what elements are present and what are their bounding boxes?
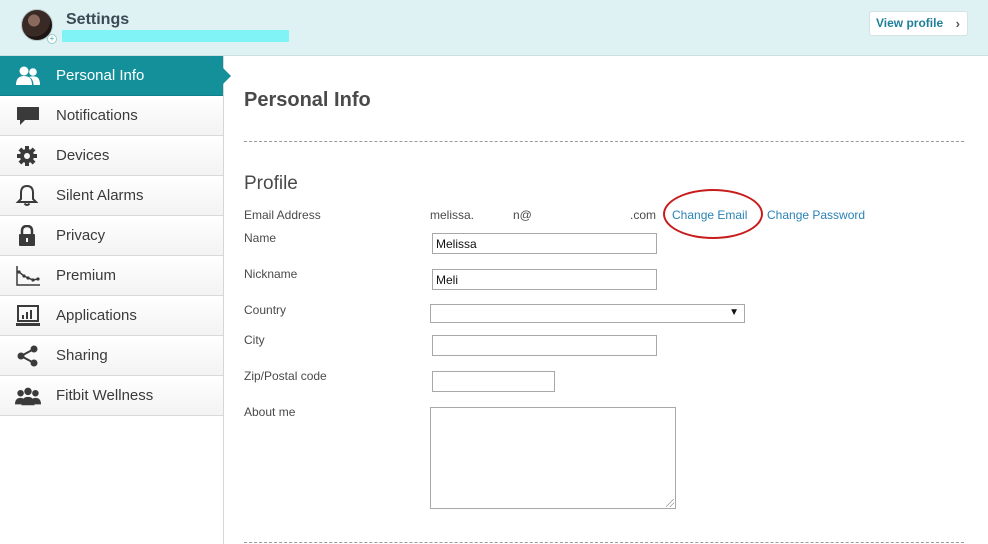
- top-header: + Settings View profile ›: [0, 0, 988, 56]
- chevron-right-icon: ›: [955, 16, 960, 31]
- sidebar-item-label: Personal Info: [56, 67, 145, 84]
- sidebar-item-label: Premium: [56, 267, 117, 284]
- bell-icon: [15, 185, 39, 206]
- sidebar-item-premium[interactable]: Premium: [0, 256, 223, 296]
- section-title: Profile: [244, 173, 298, 194]
- sidebar-item-silent-alarms[interactable]: Silent Alarms: [0, 176, 223, 216]
- sidebar-item-applications[interactable]: Applications: [0, 296, 223, 336]
- sidebar-item-notifications[interactable]: Notifications: [0, 96, 223, 136]
- country-select[interactable]: ▼: [430, 304, 745, 323]
- redacted-bar: [62, 30, 289, 42]
- email-local-part: melissa.: [430, 208, 475, 222]
- zip-label: Zip/Postal code: [244, 369, 327, 383]
- city-input[interactable]: [432, 335, 657, 356]
- zip-input[interactable]: [432, 371, 555, 392]
- change-email-link[interactable]: Change Email: [672, 208, 747, 222]
- chart-icon: [16, 266, 40, 286]
- sidebar-item-label: Devices: [56, 147, 110, 164]
- sidebar-item-label: Fitbit Wellness: [56, 387, 154, 404]
- monitor-icon: [16, 305, 40, 326]
- share-icon: [17, 345, 38, 367]
- change-password-link[interactable]: Change Password: [767, 208, 865, 222]
- sidebar-item-fitbit-wellness[interactable]: Fitbit Wellness: [0, 376, 223, 416]
- about-textarea[interactable]: [430, 407, 676, 509]
- sidebar-item-label: Sharing: [56, 347, 108, 364]
- add-photo-icon[interactable]: +: [47, 34, 57, 44]
- sidebar-item-devices[interactable]: Devices: [0, 136, 223, 176]
- sidebar-item-label: Privacy: [56, 227, 106, 244]
- group-icon: [15, 387, 41, 406]
- sidebar-item-privacy[interactable]: Privacy: [0, 216, 223, 256]
- main-content: Personal Info Profile Email Address meli…: [244, 56, 964, 544]
- lock-icon: [19, 225, 35, 246]
- name-label: Name: [244, 231, 277, 245]
- gear-icon: [17, 146, 37, 166]
- resize-handle-icon[interactable]: [666, 499, 674, 507]
- nickname-label: Nickname: [244, 267, 298, 281]
- country-label: Country: [244, 303, 287, 317]
- divider: [244, 542, 964, 543]
- city-label: City: [244, 333, 265, 347]
- about-label: About me: [244, 405, 296, 419]
- speech-bubble-icon: [17, 107, 39, 125]
- settings-sidebar: Personal Info Notifications Devices Sile…: [0, 56, 231, 544]
- sidebar-item-label: Silent Alarms: [56, 187, 144, 204]
- people-icon: [16, 66, 40, 85]
- email-label: Email Address: [244, 208, 321, 222]
- sidebar-item-sharing[interactable]: Sharing: [0, 336, 223, 376]
- dropdown-arrow-icon: ▼: [729, 307, 739, 318]
- sidebar-item-label: Notifications: [56, 107, 138, 124]
- nickname-input[interactable]: [432, 269, 657, 290]
- name-input[interactable]: [432, 233, 657, 254]
- email-at: n@: [513, 208, 532, 222]
- divider: [244, 141, 964, 142]
- sidebar-item-label: Applications: [56, 307, 137, 324]
- header-title: Settings: [66, 11, 130, 28]
- view-profile-label: View profile: [876, 16, 944, 30]
- page-title: Personal Info: [244, 89, 371, 111]
- email-domain: .com: [630, 208, 657, 222]
- view-profile-button[interactable]: View profile ›: [869, 11, 968, 36]
- sidebar-item-personal-info[interactable]: Personal Info: [0, 56, 231, 96]
